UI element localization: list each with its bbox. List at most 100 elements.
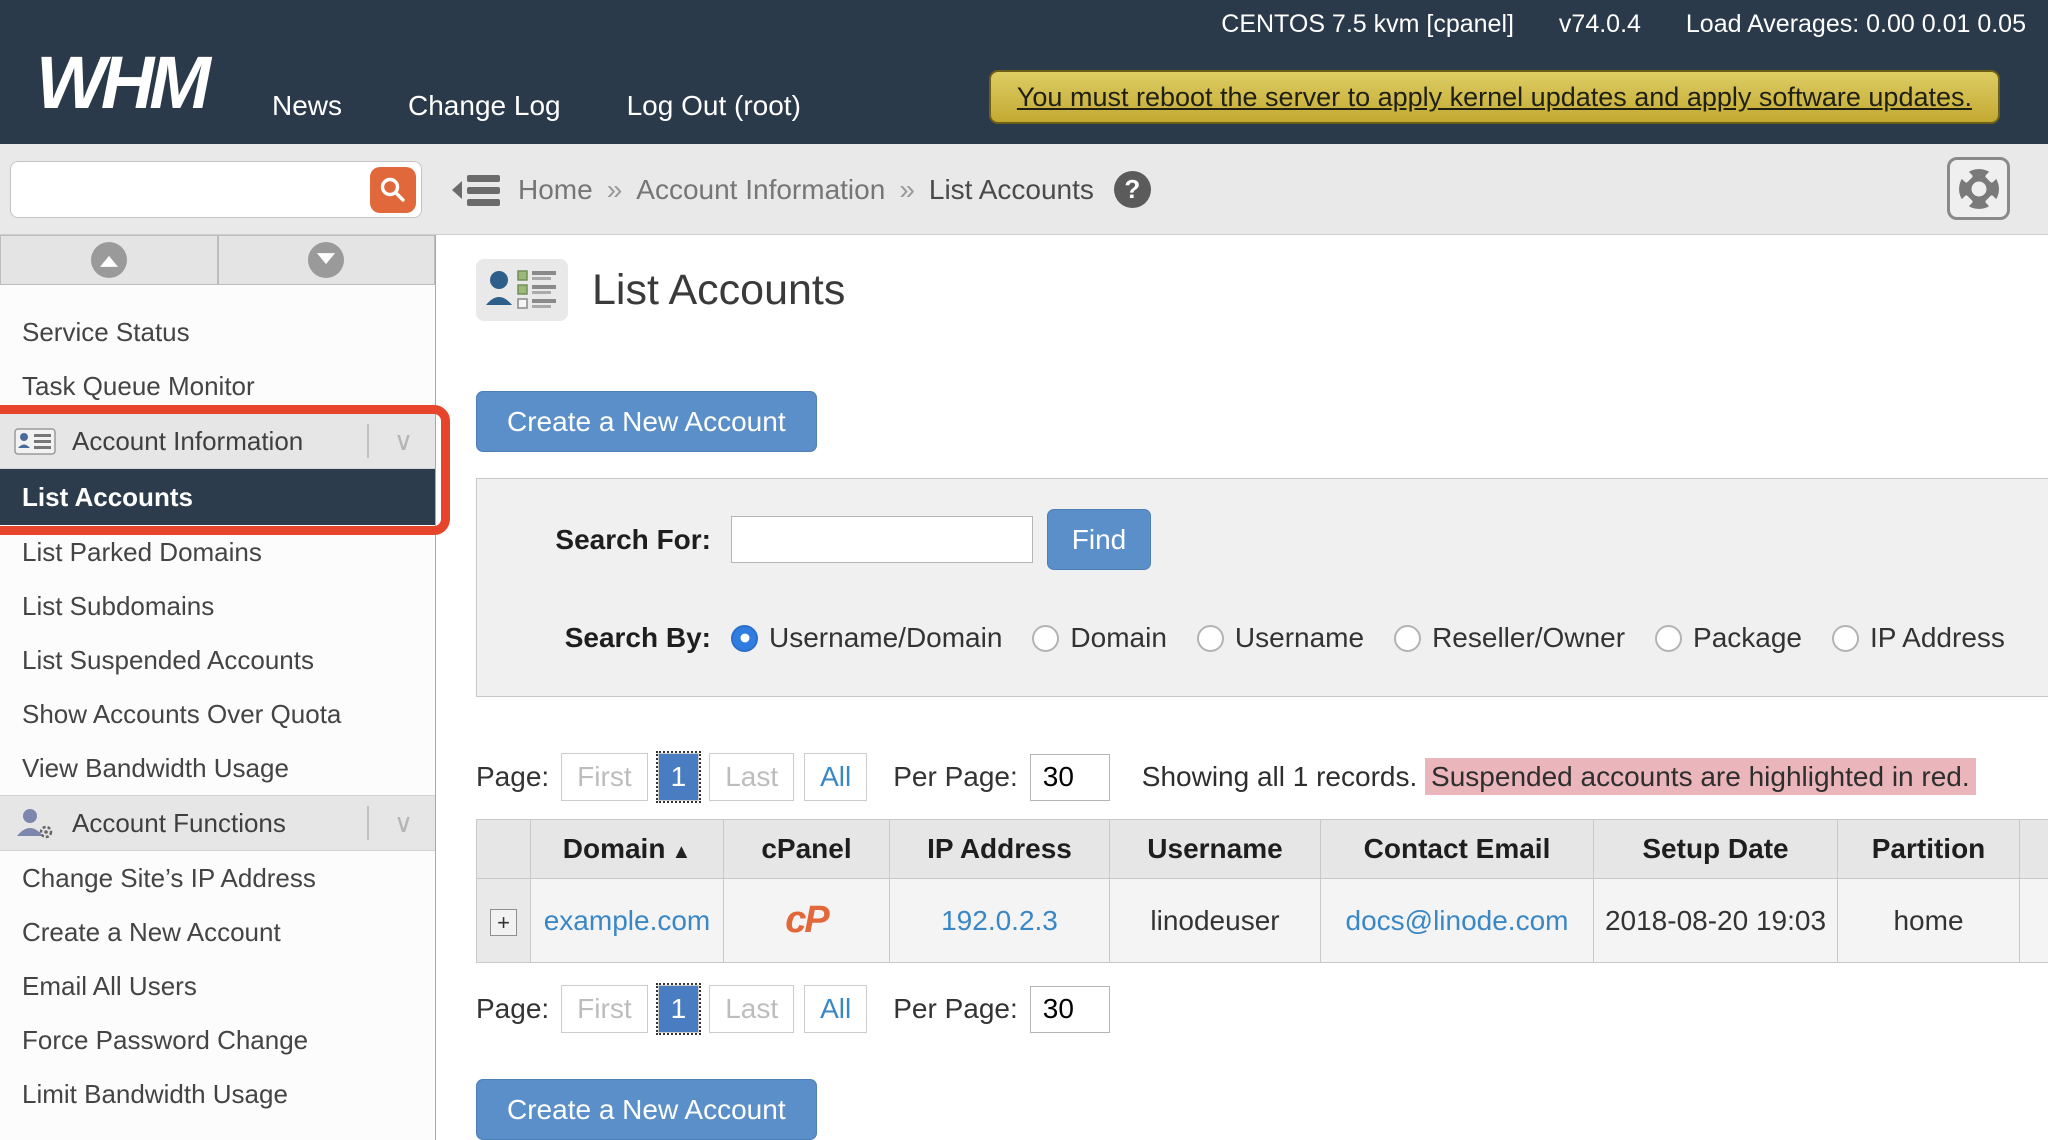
header-ip-address[interactable]: IP Address: [890, 820, 1110, 879]
sidebar-section-label: Account Functions: [72, 808, 286, 839]
accounts-table-wrap: Domain▲ cPanel IP Address Username Conta…: [476, 819, 2048, 963]
radio-domain[interactable]: Domain: [1032, 622, 1166, 654]
expand-cell: +: [477, 879, 531, 963]
page-first-button[interactable]: First: [561, 753, 647, 801]
page-all-button[interactable]: All: [804, 753, 867, 801]
radio-username[interactable]: Username: [1197, 622, 1364, 654]
section-divider: [367, 424, 369, 458]
radio-ip-address[interactable]: IP Address: [1832, 622, 2005, 654]
arrow-up-icon: [91, 242, 127, 278]
sidebar-item-create-a-new-account[interactable]: Create a New Account: [0, 905, 435, 959]
accounts-table: Domain▲ cPanel IP Address Username Conta…: [476, 819, 2048, 963]
radio-button-icon[interactable]: [1655, 625, 1682, 652]
page-current-button[interactable]: 1: [658, 985, 700, 1033]
header-domain-label: Domain: [563, 833, 666, 864]
page-label: Page:: [476, 761, 549, 793]
sidebar-item-list-suspended-accounts[interactable]: List Suspended Accounts: [0, 633, 435, 687]
header-cpanel[interactable]: cPanel: [724, 820, 890, 879]
sidebar-item-list-parked-domains[interactable]: List Parked Domains: [0, 525, 435, 579]
help-icon[interactable]: ?: [1114, 171, 1151, 208]
quick-search-box: [10, 161, 422, 218]
reboot-alert-banner[interactable]: You must reboot the server to apply kern…: [989, 70, 2000, 124]
sidebar-item-change-sites-ip-address[interactable]: Change Site’s IP Address: [0, 851, 435, 905]
per-page-input[interactable]: [1030, 986, 1110, 1033]
breadcrumb: Home » Account Information » List Accoun…: [518, 144, 1151, 235]
sidebar-item-list-accounts[interactable]: List Accounts: [0, 469, 435, 525]
cell-ip: 192.0.2.3: [890, 879, 1110, 963]
radio-reseller-owner[interactable]: Reseller/Owner: [1394, 622, 1625, 654]
expand-row-button[interactable]: +: [490, 909, 517, 936]
page-all-button[interactable]: All: [804, 985, 867, 1033]
page-title: List Accounts: [592, 266, 845, 315]
create-new-account-button-top[interactable]: Create a New Account: [476, 391, 817, 452]
nav-news[interactable]: News: [272, 90, 342, 122]
radio-label: Reseller/Owner: [1432, 622, 1625, 654]
radio-button-icon[interactable]: [1032, 625, 1059, 652]
collapse-sidebar-icon[interactable]: [452, 171, 504, 214]
table-header-row: Domain▲ cPanel IP Address Username Conta…: [477, 820, 2048, 879]
breadcrumb-home[interactable]: Home: [518, 174, 593, 206]
page-label: Page:: [476, 993, 549, 1025]
sidebar-section-account-functions[interactable]: Account Functions ∨: [0, 795, 435, 851]
radio-package[interactable]: Package: [1655, 622, 1802, 654]
sidebar-item-limit-bandwidth-usage[interactable]: Limit Bandwidth Usage: [0, 1067, 435, 1121]
radio-button-icon[interactable]: [1832, 625, 1859, 652]
sidebar-item-list-subdomains[interactable]: List Subdomains: [0, 579, 435, 633]
page-current-button[interactable]: 1: [658, 753, 700, 801]
sidebar-section-label: Account Information: [72, 426, 303, 457]
page-first-button[interactable]: First: [561, 985, 647, 1033]
arrow-down-icon: [308, 242, 344, 278]
radio-button-icon[interactable]: [1394, 625, 1421, 652]
chevron-down-icon[interactable]: ∨: [394, 426, 413, 457]
page-last-button[interactable]: Last: [709, 985, 794, 1033]
radio-label: Domain: [1070, 622, 1166, 654]
sidebar-scroll-up-button[interactable]: [0, 235, 218, 285]
sidebar-item-service-status[interactable]: Service Status: [0, 305, 435, 359]
nav-log-out[interactable]: Log Out (root): [627, 90, 801, 122]
search-panel: Search For: Find Search By: Username/Dom…: [476, 478, 2048, 697]
breadcrumb-account-information[interactable]: Account Information: [636, 174, 885, 206]
cell-cpanel: cP: [724, 879, 890, 963]
header-username[interactable]: Username: [1110, 820, 1321, 879]
sidebar: Service Status Task Queue Monitor Accoun…: [0, 235, 436, 1140]
header-setup-date[interactable]: Setup Date: [1594, 820, 1838, 879]
search-for-label: Search For:: [477, 524, 711, 556]
page-last-button[interactable]: Last: [709, 753, 794, 801]
section-divider: [367, 806, 369, 840]
per-page-input[interactable]: [1030, 754, 1110, 801]
sidebar-section-account-information[interactable]: Account Information ∨: [0, 413, 435, 469]
contact-email-link[interactable]: docs@linode.com: [1346, 905, 1569, 936]
sidebar-item-show-accounts-over-quota[interactable]: Show Accounts Over Quota: [0, 687, 435, 741]
list-accounts-page-icon: [476, 259, 568, 321]
ip-address-link[interactable]: 192.0.2.3: [941, 905, 1058, 936]
quick-search-input[interactable]: [21, 162, 361, 217]
header-partition[interactable]: Partition: [1838, 820, 2020, 879]
radio-label: Package: [1693, 622, 1802, 654]
support-button[interactable]: [1947, 157, 2010, 220]
sidebar-item-force-password-change[interactable]: Force Password Change: [0, 1013, 435, 1067]
system-os: CENTOS 7.5 kvm [cpanel]: [1221, 10, 1514, 38]
header-domain[interactable]: Domain▲: [531, 820, 724, 879]
sidebar-scroll-down-button[interactable]: [218, 235, 436, 285]
cpanel-logo-icon[interactable]: cP: [785, 899, 827, 941]
search-for-input[interactable]: [731, 516, 1033, 563]
search-button[interactable]: [370, 167, 416, 213]
radio-label: IP Address: [1870, 622, 2005, 654]
sidebar-item-view-bandwidth-usage[interactable]: View Bandwidth Usage: [0, 741, 435, 795]
cell-extra: [2020, 879, 2048, 963]
account-functions-icon: [14, 807, 56, 839]
pagination-top: Page: First 1 Last All Per Page: Showing…: [476, 753, 2048, 801]
search-icon: [379, 176, 407, 204]
header-contact-email[interactable]: Contact Email: [1321, 820, 1594, 879]
radio-button-icon[interactable]: [1197, 625, 1224, 652]
nav-change-log[interactable]: Change Log: [408, 90, 561, 122]
domain-link[interactable]: example.com: [544, 905, 711, 936]
create-new-account-button-bottom[interactable]: Create a New Account: [476, 1079, 817, 1140]
radio-username-domain[interactable]: Username/Domain: [731, 622, 1002, 654]
sidebar-item-email-all-users[interactable]: Email All Users: [0, 959, 435, 1013]
sidebar-item-task-queue-monitor[interactable]: Task Queue Monitor: [0, 359, 435, 413]
chevron-down-icon[interactable]: ∨: [394, 808, 413, 839]
radio-button-icon[interactable]: [731, 625, 758, 652]
search-by-options: Username/Domain Domain Username Reseller…: [731, 622, 2005, 654]
find-button[interactable]: Find: [1047, 509, 1151, 570]
